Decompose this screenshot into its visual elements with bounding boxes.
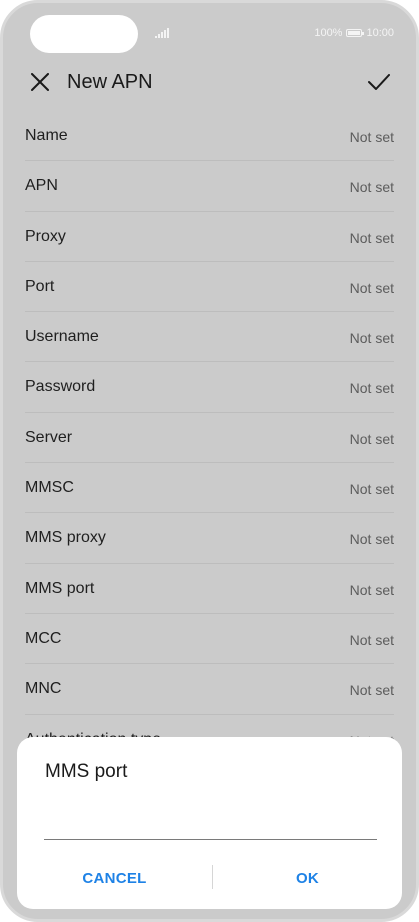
dialog-button-row: CANCEL OK: [17, 863, 402, 893]
confirm-button[interactable]: [364, 67, 394, 97]
field-row-apn[interactable]: APN Not set: [25, 161, 394, 212]
field-value: Not set: [349, 330, 394, 347]
app-bar: New APN: [3, 63, 416, 101]
clock: 10:00: [366, 27, 394, 39]
mms-port-dialog: MMS port CANCEL OK: [17, 737, 402, 909]
field-value: Not set: [349, 279, 394, 296]
field-label: Server: [25, 428, 73, 446]
field-value: Not set: [349, 682, 394, 699]
signal-icon: [155, 28, 169, 38]
mms-port-input[interactable]: [44, 805, 377, 840]
field-row-name[interactable]: Name Not set: [25, 111, 394, 162]
battery-percent: 100%: [314, 27, 343, 39]
field-label: Port: [25, 277, 55, 295]
field-row-mcc[interactable]: MCC Not set: [25, 614, 394, 665]
field-value: Not set: [349, 481, 394, 498]
cancel-button[interactable]: CANCEL: [17, 863, 212, 893]
field-label: Proxy: [25, 227, 66, 245]
field-row-password[interactable]: Password Not set: [25, 362, 394, 413]
field-value: Not set: [349, 531, 394, 548]
status-bar-right: 100% 10:00: [314, 27, 394, 39]
field-label: MMS port: [25, 579, 95, 597]
field-value: Not set: [349, 380, 394, 397]
field-row-server[interactable]: Server Not set: [25, 413, 394, 464]
field-label: MMSC: [25, 479, 74, 497]
field-label: APN: [25, 177, 58, 195]
close-button[interactable]: [25, 67, 55, 97]
field-label: Name: [25, 127, 68, 144]
field-value: Not set: [349, 581, 394, 598]
check-icon: [368, 74, 390, 90]
field-value: Not set: [349, 129, 394, 145]
close-icon: [31, 73, 49, 91]
field-row-port[interactable]: Port Not set: [25, 262, 394, 313]
field-row-mmsc[interactable]: MMSC Not set: [25, 463, 394, 514]
camera-notch: [30, 15, 138, 53]
field-row-mms-proxy[interactable]: MMS proxy Not set: [25, 513, 394, 564]
field-label: Password: [25, 378, 96, 396]
field-row-mnc[interactable]: MNC Not set: [25, 664, 394, 715]
field-label: Username: [25, 328, 99, 346]
field-row-proxy[interactable]: Proxy Not set: [25, 212, 394, 262]
field-value: Not set: [349, 631, 394, 648]
dialog-title: MMS port: [45, 761, 128, 782]
page-title: New APN: [67, 71, 153, 93]
ok-button[interactable]: OK: [213, 863, 402, 893]
field-row-mms-port[interactable]: MMS port Not set: [25, 564, 394, 614]
phone-screen: 100% 10:00 New APN Name Not set APN Not …: [0, 0, 419, 922]
field-label: MCC: [25, 629, 62, 647]
field-label: MMS proxy: [25, 529, 106, 547]
field-value: Not set: [349, 229, 394, 246]
battery-icon: [346, 29, 365, 37]
field-value: Not set: [349, 430, 394, 447]
field-row-username[interactable]: Username Not set: [25, 312, 394, 363]
apn-field-list: Name Not set APN Not set Proxy Not set P…: [25, 111, 394, 765]
field-label: MNC: [25, 680, 62, 698]
field-value: Not set: [349, 179, 394, 196]
